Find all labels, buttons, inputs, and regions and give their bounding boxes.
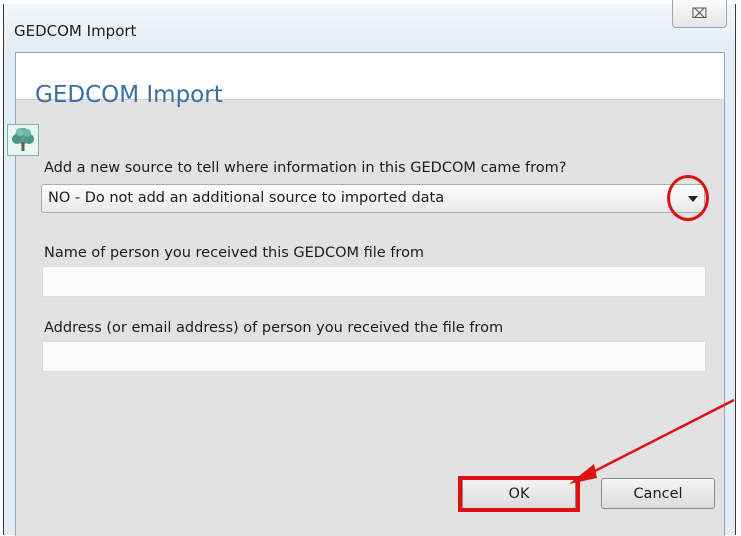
annotation-arrow-icon bbox=[569, 398, 735, 484]
